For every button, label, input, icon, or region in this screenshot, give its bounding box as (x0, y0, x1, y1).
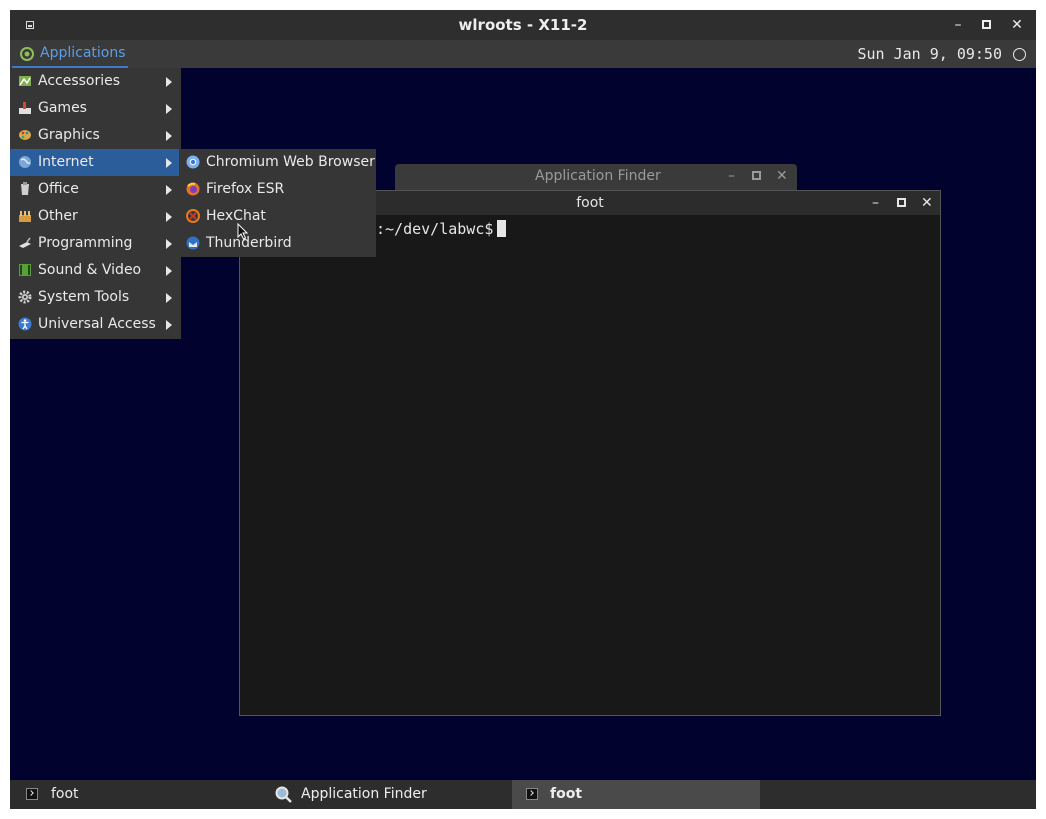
minimize-button[interactable]: – (950, 10, 966, 40)
menu-item-label: Firefox ESR (206, 181, 285, 197)
menu-item-label: Graphics (38, 127, 100, 143)
menu-item-graphics[interactable]: Graphics (10, 122, 181, 149)
top-panel: Applications Sun Jan 9, 09:50 (10, 40, 1036, 68)
sound-video-icon (19, 264, 31, 276)
menu-item-office[interactable]: Office (10, 176, 181, 203)
submenu-arrow-icon (166, 158, 172, 168)
menu-item-chromium[interactable]: Chromium Web Browser (179, 149, 376, 176)
foot-terminal-window[interactable]: foot – ✕ :~/dev/labwc$ (239, 190, 941, 716)
window-title: wlroots - X11-2 (458, 16, 588, 34)
menu-item-label: Programming (38, 235, 133, 251)
menu-item-label: Other (38, 208, 78, 224)
hexchat-icon (186, 209, 200, 223)
menu-item-firefox[interactable]: Firefox ESR (179, 176, 376, 203)
foot-minimize-button[interactable]: – (872, 191, 879, 215)
accessories-icon (19, 76, 31, 86)
firefox-icon (186, 182, 200, 196)
applications-menu: Accessories Games Graphics Internet Offi… (10, 68, 181, 339)
submenu-arrow-icon (166, 212, 172, 222)
foot-maximize-button[interactable] (897, 198, 906, 207)
menu-item-label: Accessories (38, 73, 121, 89)
office-icon (21, 182, 29, 195)
search-icon (275, 786, 292, 803)
menu-item-games[interactable]: Games (10, 95, 181, 122)
taskbar-item-label: foot (550, 786, 583, 802)
games-icon (19, 102, 31, 114)
taskbar-item-foot[interactable]: foot (10, 780, 262, 809)
close-button[interactable]: ✕ (1009, 10, 1025, 40)
appfinder-minimize-button[interactable]: – (728, 164, 735, 188)
menu-item-label: Games (38, 100, 87, 116)
menu-item-label: Office (38, 181, 79, 197)
programming-icon (19, 237, 31, 248)
internet-submenu: Chromium Web Browser Firefox ESR HexChat… (179, 149, 376, 257)
menu-item-hexchat[interactable]: HexChat (179, 203, 376, 230)
mouse-pointer-icon (237, 223, 249, 240)
power-icon[interactable] (1013, 48, 1026, 61)
terminal-prompt: :~/dev/labwc$ (376, 220, 494, 238)
window-titlebar[interactable]: wlroots - X11-2 – ✕ (10, 10, 1036, 40)
application-finder-window[interactable]: Application Finder – ✕ (395, 164, 797, 190)
menu-item-sound-video[interactable]: Sound & Video (10, 257, 181, 284)
other-icon (19, 211, 31, 222)
menu-item-label: Internet (38, 154, 94, 170)
submenu-arrow-icon (166, 185, 172, 195)
menu-item-label: Chromium Web Browser (206, 154, 375, 170)
menu-item-accessories[interactable]: Accessories (10, 68, 181, 95)
application-finder-title: Application Finder (535, 168, 661, 184)
maximize-icon (982, 20, 991, 29)
menu-item-label: Sound & Video (38, 262, 142, 278)
taskbar-item-label: Application Finder (301, 786, 427, 802)
applications-menu-button[interactable]: Applications (12, 40, 128, 68)
chromium-icon (186, 155, 200, 169)
submenu-arrow-icon (166, 293, 172, 303)
terminal-content[interactable]: :~/dev/labwc$ (376, 219, 507, 239)
universal-access-icon (18, 317, 32, 331)
terminal-cursor (497, 220, 507, 237)
menu-item-label: System Tools (38, 289, 130, 305)
menu-item-universal-access[interactable]: Universal Access (10, 311, 181, 338)
submenu-arrow-icon (166, 320, 172, 330)
clock[interactable]: Sun Jan 9, 09:50 (858, 40, 1003, 68)
submenu-arrow-icon (166, 131, 172, 141)
terminal-icon (26, 788, 38, 800)
menu-item-programming[interactable]: Programming (10, 230, 181, 257)
menu-item-label: Universal Access (38, 316, 156, 332)
menu-item-system-tools[interactable]: System Tools (10, 284, 181, 311)
internet-icon (19, 156, 31, 168)
menu-item-other[interactable]: Other (10, 203, 181, 230)
appfinder-close-button[interactable]: ✕ (776, 164, 788, 188)
menu-item-label: HexChat (206, 208, 266, 224)
thunderbird-icon (186, 236, 200, 250)
submenu-arrow-icon (166, 104, 172, 114)
taskbar-item-foot-active[interactable]: foot (512, 780, 760, 809)
system-tools-icon (18, 290, 32, 304)
terminal-icon (526, 788, 538, 800)
foot-close-button[interactable]: ✕ (921, 191, 933, 215)
submenu-arrow-icon (166, 77, 172, 87)
graphics-icon (19, 130, 31, 140)
taskbar: foot Application Finder foot (10, 780, 1036, 809)
submenu-arrow-icon (166, 239, 172, 249)
applications-label: Applications (40, 45, 126, 61)
menu-item-internet[interactable]: Internet (10, 149, 181, 176)
applications-icon (20, 47, 34, 61)
taskbar-item-application-finder[interactable]: Application Finder (262, 780, 512, 809)
taskbar-item-label: foot (51, 786, 79, 802)
menu-item-thunderbird[interactable]: Thunderbird (179, 230, 376, 257)
x11-window: wlroots - X11-2 – ✕ Applications Sun Jan… (10, 10, 1036, 809)
appfinder-maximize-button[interactable] (752, 171, 761, 180)
submenu-arrow-icon (166, 266, 172, 276)
